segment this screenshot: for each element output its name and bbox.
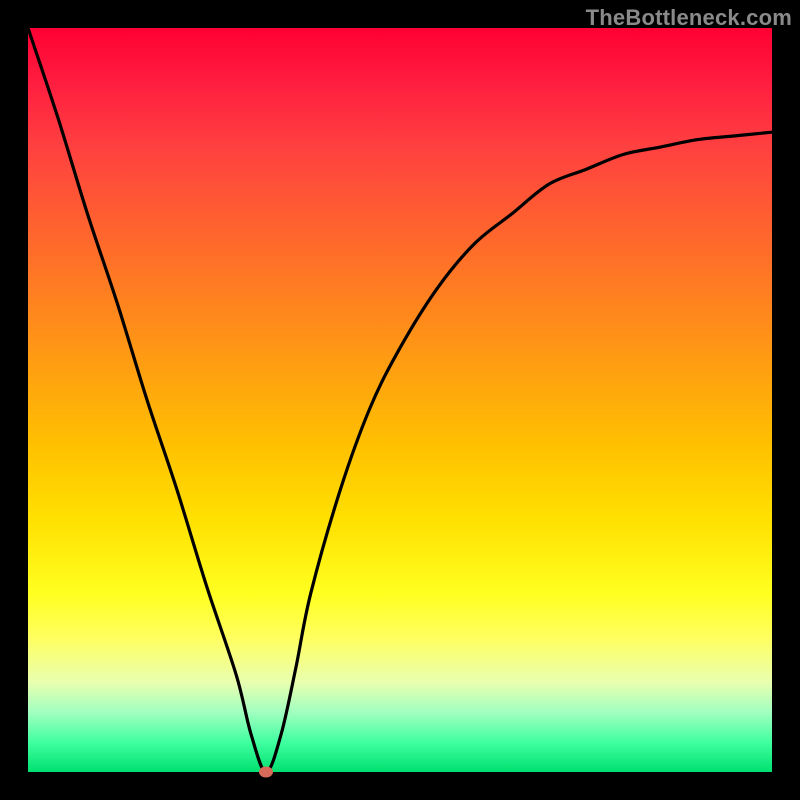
plot-area <box>28 28 772 772</box>
optimum-marker <box>259 767 273 778</box>
chart-frame: TheBottleneck.com <box>0 0 800 800</box>
watermark-text: TheBottleneck.com <box>586 5 792 31</box>
bottleneck-curve <box>28 28 772 772</box>
